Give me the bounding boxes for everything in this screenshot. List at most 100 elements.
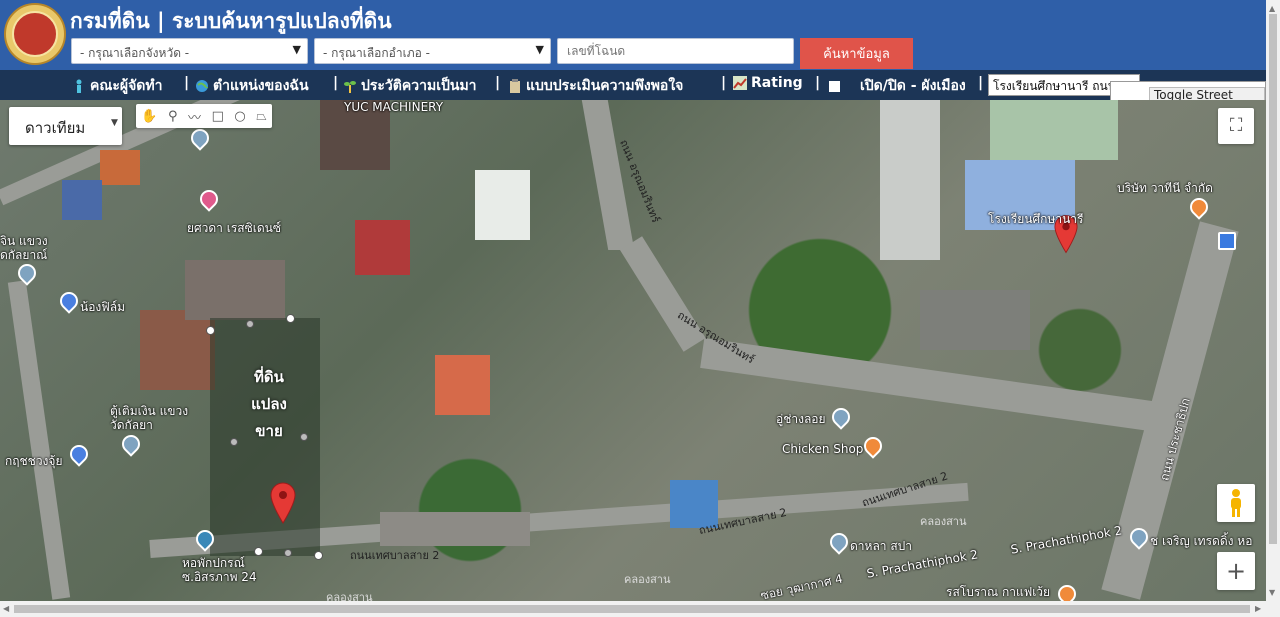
- poi-icon[interactable]: [826, 529, 852, 555]
- nav-label: ตำแหน่งของฉัน: [213, 78, 309, 94]
- map-label: Chicken Shop: [782, 442, 864, 456]
- nav-separator: |: [815, 75, 821, 91]
- map-label: YUC MACHINERY: [344, 100, 444, 114]
- scrollbar-thumb[interactable]: [14, 605, 1250, 613]
- scroll-left-icon[interactable]: ◀: [3, 604, 9, 613]
- polygon-midpoint[interactable]: [300, 433, 308, 441]
- map-label: บริษัท วาทีนี จำกัด: [1117, 181, 1213, 195]
- land-label-line: ที่ดิน: [254, 368, 284, 386]
- road-segment: [700, 338, 1160, 432]
- hotel-icon[interactable]: [196, 186, 222, 212]
- vertical-scrollbar[interactable]: ▲ ▼: [1266, 0, 1280, 617]
- map-label: กฤชชวงจุ้ย: [5, 454, 63, 468]
- building: [990, 100, 1118, 160]
- building: [62, 180, 102, 220]
- atm-icon[interactable]: [118, 431, 144, 457]
- nav-item-rating[interactable]: Rating: [733, 75, 803, 91]
- zoom-in-button[interactable]: +: [1217, 552, 1255, 590]
- checkbox-icon[interactable]: [829, 80, 840, 92]
- fullscreen-icon[interactable]: ⛶: [1218, 108, 1254, 144]
- building: [140, 310, 215, 390]
- poi-icon[interactable]: [828, 404, 854, 430]
- nav-item-team[interactable]: คณะผู้จัดทำ: [72, 75, 162, 97]
- map-label: น้องฟิล์ม: [80, 300, 126, 314]
- bus-icon[interactable]: [1218, 232, 1236, 250]
- nav-separator: |: [333, 75, 339, 91]
- building: [100, 150, 140, 185]
- department-logo-icon: [4, 3, 66, 65]
- polygon-icon[interactable]: ⏢: [256, 109, 266, 124]
- cafe-icon[interactable]: [1054, 581, 1080, 601]
- deed-number-input[interactable]: [557, 38, 794, 64]
- road-segment: [7, 280, 71, 600]
- scroll-right-icon[interactable]: ▶: [1255, 604, 1261, 613]
- nav-label: ประวัติความเป็นมา: [361, 78, 477, 94]
- restaurant-icon[interactable]: [1186, 194, 1212, 220]
- road-label: S. Prachathiphok 2: [1009, 523, 1124, 557]
- district-select[interactable]: - กรุณาเลือกอำเภอ - ▼: [314, 38, 551, 64]
- land-label-line: แปลง: [251, 395, 287, 413]
- polygon-midpoint[interactable]: [284, 549, 292, 557]
- person-icon: [76, 79, 82, 93]
- nav-separator: |: [495, 75, 501, 91]
- land-label-line: ขาย: [255, 422, 283, 440]
- map-label: ตู้เติมเงิน แขวง วัดกัลยา: [110, 404, 189, 432]
- restaurant-icon[interactable]: [860, 433, 886, 459]
- nav-separator: |: [978, 75, 984, 91]
- building: [185, 260, 285, 320]
- road-segment: [581, 100, 635, 250]
- province-select[interactable]: - กรุณาเลือกจังหวัด - ▼: [71, 38, 308, 64]
- app-title: กรมที่ดิน | ระบบค้นหารูปแปลงที่ดิน: [70, 9, 392, 33]
- road-label: คลองสาน: [326, 591, 373, 601]
- district-select-value: - กรุณาเลือกอำเภอ -: [323, 46, 430, 60]
- nav-separator: |: [721, 75, 727, 91]
- search-button[interactable]: ค้นหาข้อมูล: [800, 38, 913, 69]
- nav-item-survey[interactable]: แบบประเมินความพึงพอใจ: [508, 75, 683, 97]
- scrollbar-thumb[interactable]: [1269, 14, 1277, 544]
- polyline-icon[interactable]: 〰: [188, 107, 201, 126]
- chart-icon: [733, 76, 747, 90]
- road-label: ซอย วุฒากาศ 4: [759, 571, 845, 601]
- rectangle-icon[interactable]: □: [212, 109, 224, 124]
- polygon-vertex[interactable]: [254, 547, 263, 556]
- map-label: ช เจริญ เทรดดิ้ง หอ: [1150, 534, 1253, 548]
- shopping-icon[interactable]: [66, 441, 92, 467]
- building: [355, 220, 410, 275]
- hand-icon[interactable]: ✋: [141, 109, 157, 124]
- drawing-toolbar: ✋ ⚲ 〰 □ ○ ⏢: [136, 104, 272, 128]
- pegman-icon[interactable]: [1217, 484, 1255, 522]
- map-label: จิน แขวง ดกัลยาณ์: [0, 234, 48, 262]
- nav-item-zoning-toggle[interactable]: เปิด/ปิด - ผังเมือง: [829, 75, 966, 97]
- poi-icon[interactable]: [187, 125, 213, 151]
- map-label: หอพักปกรณ์ ซ.อิสรภาพ 24: [182, 556, 257, 584]
- building: [920, 290, 1030, 350]
- horizontal-scrollbar[interactable]: ◀ ▶: [0, 601, 1266, 617]
- marker-icon[interactable]: ⚲: [168, 109, 178, 124]
- province-select-value: - กรุณาเลือกจังหวัด -: [80, 46, 190, 60]
- polygon-vertex[interactable]: [206, 326, 215, 335]
- chevron-down-icon: ▼: [535, 43, 544, 56]
- clipboard-icon: [510, 79, 520, 93]
- polygon-vertex[interactable]: [314, 551, 323, 560]
- circle-icon[interactable]: ○: [234, 109, 245, 124]
- building: [380, 512, 530, 546]
- polygon-vertex[interactable]: [286, 314, 295, 323]
- globe-icon: [196, 80, 208, 92]
- polygon-midpoint[interactable]: [246, 320, 254, 328]
- scroll-up-icon[interactable]: ▲: [1269, 4, 1275, 13]
- map-type-select[interactable]: ดาวเทียม ▼: [9, 107, 122, 145]
- polygon-midpoint[interactable]: [230, 438, 238, 446]
- plant-icon: [344, 81, 356, 93]
- building: [435, 355, 490, 415]
- satellite-map[interactable]: ที่ดิน แปลง ขาย YUC MACHINERY ยศวดา เรสซ…: [0, 100, 1266, 601]
- building: [475, 170, 530, 240]
- nav-item-history[interactable]: ประวัติความเป็นมา: [343, 75, 477, 97]
- nav-label: แบบประเมินความพึงพอใจ: [526, 78, 684, 94]
- chevron-down-icon: ▼: [292, 43, 301, 56]
- map-label: โรงเรียนศึกษานารี: [988, 212, 1084, 226]
- scroll-down-icon[interactable]: ▼: [1269, 588, 1275, 597]
- road-label: คลองสาน: [920, 515, 967, 528]
- shopping-icon[interactable]: [56, 288, 82, 314]
- nav-item-my-location[interactable]: ตำแหน่งของฉัน: [195, 75, 309, 97]
- map-marker-icon[interactable]: [270, 482, 296, 524]
